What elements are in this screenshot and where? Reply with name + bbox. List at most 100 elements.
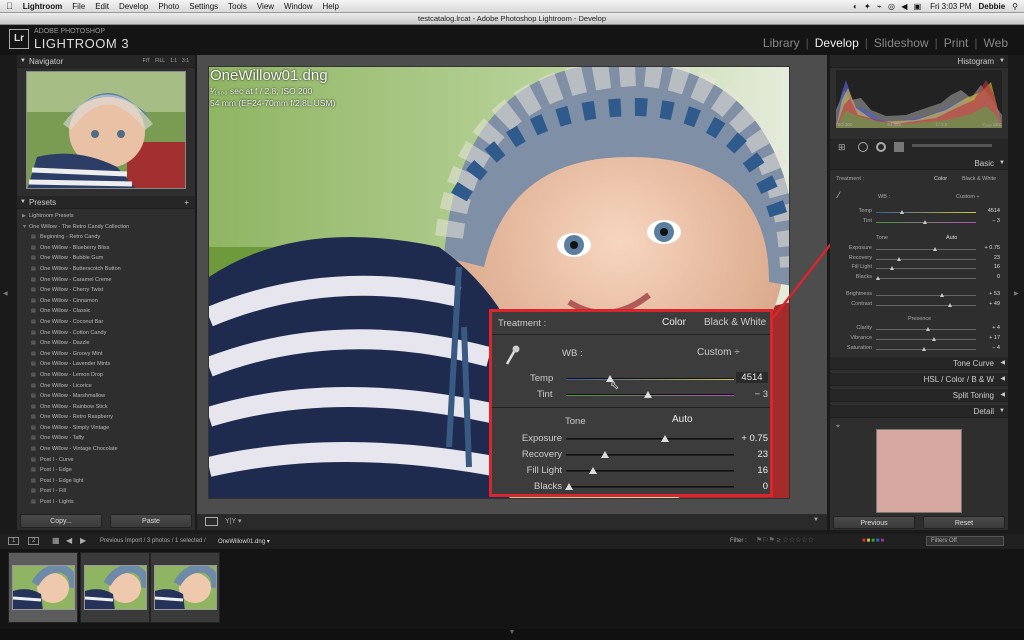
back-arrow-icon[interactable]: ◀ [66,536,72,545]
preset-item[interactable]: ▤ One Willow - Blueberry Bliss [17,243,195,254]
detail-preview[interactable] [876,429,962,513]
user-name[interactable]: Debbie [978,2,1005,11]
treatment-color[interactable]: Color [934,176,947,182]
preset-item[interactable]: ▤ One Willow - Groovy Mint [17,349,195,360]
preset-item[interactable]: ▤ Post I - Fill [17,486,195,497]
slider-thumb[interactable] [922,220,927,224]
hsl-header[interactable]: ◀ HSL / Color / B & W [830,373,1008,386]
filmstrip-toggle-icon[interactable]: ▼ [0,629,1024,640]
module-develop[interactable]: Develop [809,36,865,50]
menu-edit[interactable]: Edit [95,2,109,11]
detail-header[interactable]: ▼ Detail [830,405,1008,418]
rating-filter-icon[interactable]: ⚑⚐⚑ ≥ ☆☆☆☆☆ [756,536,814,544]
nav-1to1[interactable]: 1:1 [170,55,177,68]
preset-item[interactable]: ▤ One Willow - Lavender Mints [17,359,195,370]
callout-slider-track[interactable] [566,454,734,456]
callout-slider-value[interactable]: 16 [728,465,768,476]
callout-temp-slider[interactable] [566,378,734,380]
menu-develop[interactable]: Develop [119,2,148,11]
spotlight-icon[interactable]: ⚲ [1012,2,1018,11]
slider-thumb[interactable] [899,210,904,214]
preset-item[interactable]: ▤ One Willow - Cherry Twist [17,285,195,296]
menu-window[interactable]: Window [284,2,312,11]
color-filter-icon[interactable]: ■■■■■ [862,538,885,544]
preset-item[interactable]: ▤ Post I - Edge light [17,476,195,487]
slider-thumb[interactable] [932,247,937,251]
slider-track[interactable] [876,277,976,279]
slider-thumb[interactable] [875,275,880,280]
preset-item[interactable]: ▤ Post I - Curve [17,455,195,466]
preset-item[interactable]: ▤ One Willow - Retro Raspberry [17,412,195,423]
basic-header[interactable]: ▼ Basic [830,157,1008,170]
right-panel-toggle-icon[interactable]: ▶ [1014,290,1019,297]
preset-item[interactable]: ▤ One Willow - Cinnamon [17,296,195,307]
grid-view-icon[interactable]: ▦ [52,536,60,545]
preset-item[interactable]: ▤ One Willow - Butterscotch Button [17,264,195,275]
presets-header[interactable]: ▼ Presets + [17,196,195,209]
nav-3to1[interactable]: 3:1 [182,55,189,68]
slider-value[interactable]: − 3 [978,218,1000,224]
preset-item[interactable]: ▤ One Willow - Marshmallow [17,391,195,402]
toolbar-menu-icon[interactable]: ▼ [813,517,819,523]
slider-value[interactable]: + 49 [978,301,1000,307]
apple-menu-icon[interactable]:  [6,1,13,11]
add-preset-icon[interactable]: + [184,196,189,209]
menu-lightroom[interactable]: Lightroom [23,2,63,11]
preset-item[interactable]: ▤ One Willow - Taffy [17,433,195,444]
slider-value[interactable]: 4514 [978,208,1000,214]
module-slideshow[interactable]: Slideshow [868,36,935,50]
wb-eyedropper-icon[interactable] [504,344,520,366]
preset-folder[interactable]: ▶ Lightroom Presets [17,211,195,222]
preset-item[interactable]: ▤ One Willow - Classic [17,306,195,317]
callout-auto-button[interactable]: Auto [672,414,712,425]
callout-tint-thumb[interactable] [644,391,653,398]
slider-value[interactable]: + 4 [978,325,1000,331]
redeye-icon[interactable] [876,142,886,152]
callout-slider-thumb[interactable] [565,483,574,490]
callout-slider-value[interactable]: 0 [728,481,768,492]
previous-button[interactable]: Previous [833,516,915,529]
filmstrip-thumb[interactable] [8,552,78,623]
nav-fill[interactable]: FILL [155,55,165,68]
slider-thumb[interactable] [947,302,952,307]
callout-slider-thumb[interactable] [661,435,670,442]
slider-value[interactable]: + 53 [978,291,1000,297]
slider-track[interactable] [876,249,976,250]
preset-item[interactable]: ▤ One Willow - Simply Vintage [17,423,195,434]
slider-thumb[interactable] [921,347,926,351]
tone-auto-button[interactable]: Auto [946,235,957,241]
callout-temp-value[interactable]: 4514 [736,372,768,383]
wb-eyedropper-icon[interactable]: ⁄ [838,190,840,200]
preset-item[interactable]: ▤ One Willow - Caramel Creme [17,275,195,286]
preset-item[interactable]: ▤ Post I - Lights [17,497,195,507]
paste-button[interactable]: Paste [110,514,192,528]
preset-item[interactable]: ▤ One Willow - Coconut Bar [17,317,195,328]
split-toning-header[interactable]: ◀ Split Toning [830,389,1008,402]
callout-slider-thumb[interactable] [588,467,597,474]
slider-value[interactable]: 0 [978,274,1000,280]
callout-slider-track[interactable] [566,486,734,488]
preset-item[interactable]: ▤ One Willow - Licorice [17,381,195,392]
callout-wb-value[interactable]: Custom ÷ [697,347,757,358]
menu-tools[interactable]: Tools [228,2,247,11]
preset-item[interactable]: ▤ One Willow - Cotton Candy [17,328,195,339]
before-after-icon[interactable]: Y|Y ▾ [225,517,242,525]
navigator-header[interactable]: ▼ Navigator FIT FILL 1:1 3:1 [17,55,195,68]
navigator-preview[interactable] [26,71,186,189]
slider-track[interactable] [876,212,976,213]
status-icons[interactable]: ◐ ✦ ⌁ ◎ ◀ ▣ [853,2,923,11]
crop-tool-icon[interactable]: ⊞ [838,142,846,153]
callout-slider-value[interactable]: + 0.75 [728,433,768,444]
clock[interactable]: Fri 3:03 PM [930,2,971,11]
slider-thumb[interactable] [896,256,901,261]
preset-folder[interactable]: ▼ One Willow - The Retro Candy Collection [17,222,195,233]
menu-help[interactable]: Help [323,2,339,11]
filmstrip-thumb[interactable] [150,552,220,623]
preset-item[interactable]: ▤ One Willow - Lemon Drop [17,370,195,381]
slider-value[interactable]: + 0.75 [978,245,1000,251]
histogram-header[interactable]: ▼ Histogram [830,55,1008,68]
callout-slider-thumb[interactable] [600,451,609,458]
slider-track[interactable] [876,339,976,340]
menu-file[interactable]: File [72,2,85,11]
slider-value[interactable]: 16 [978,264,1000,270]
